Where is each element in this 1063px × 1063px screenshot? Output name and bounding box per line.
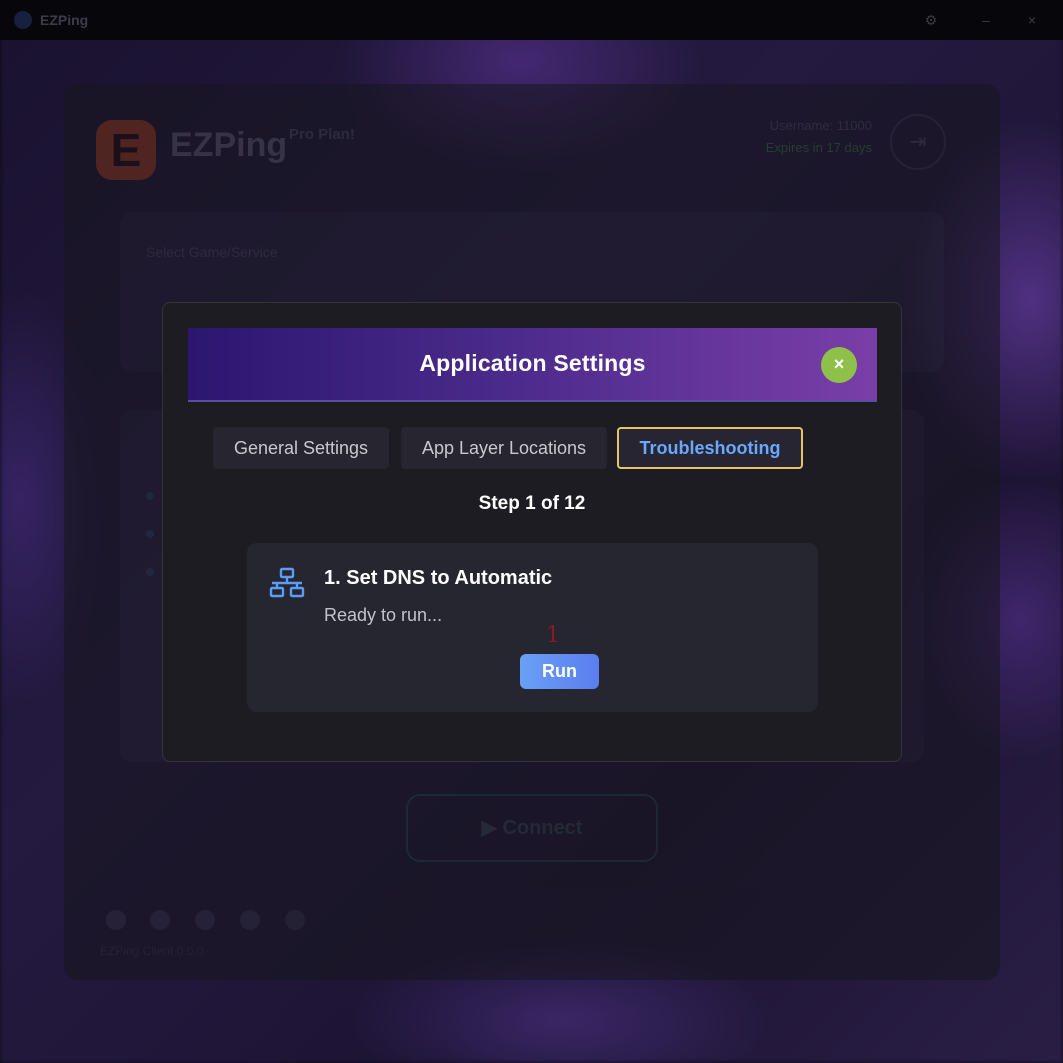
connect-button[interactable]: ▶ Connect bbox=[406, 794, 658, 862]
step-card: 1. Set DNS to Automatic Ready to run... … bbox=[247, 543, 818, 712]
minimize-icon[interactable]: – bbox=[978, 12, 994, 28]
list-dot bbox=[146, 530, 154, 538]
network-icon bbox=[269, 567, 305, 598]
step-status: Ready to run... bbox=[324, 605, 443, 625]
close-modal-button[interactable]: × bbox=[821, 347, 857, 383]
username-label: Username: 11000 bbox=[769, 118, 872, 133]
step-counter: Step 1 of 12 bbox=[478, 493, 586, 514]
modal-title: Application Settings bbox=[419, 350, 646, 376]
help-icon[interactable] bbox=[285, 910, 305, 930]
globe-icon[interactable] bbox=[150, 910, 170, 930]
connect-label: Connect bbox=[502, 817, 583, 839]
list-dot bbox=[146, 492, 154, 500]
tab-general-settings[interactable]: General Settings bbox=[213, 427, 389, 469]
modal-header: Application Settings × bbox=[188, 328, 877, 402]
tab-troubleshooting[interactable]: Troubleshooting bbox=[617, 427, 803, 469]
app-logo-icon bbox=[14, 11, 32, 29]
window-title: EZPing bbox=[40, 12, 89, 28]
download-icon[interactable] bbox=[106, 910, 126, 930]
plan-label: Pro Plan! bbox=[289, 126, 355, 143]
gear-icon[interactable]: ⚙ bbox=[923, 12, 939, 28]
run-button[interactable]: Run bbox=[520, 654, 599, 689]
logout-icon[interactable]: ⇥ bbox=[890, 114, 946, 170]
brand-name: EZPing bbox=[170, 126, 288, 164]
version-label: EZPing Client 0.0.0 bbox=[100, 944, 204, 958]
settings-icon[interactable] bbox=[195, 910, 215, 930]
step-title: 1. Set DNS to Automatic bbox=[324, 567, 553, 589]
step-marker: 1 bbox=[546, 623, 560, 648]
settings-modal: Application Settings × General Settings … bbox=[162, 302, 902, 762]
close-icon[interactable]: × bbox=[1024, 12, 1040, 28]
select-game-label: Select Game/Service bbox=[146, 244, 278, 260]
list-dot bbox=[146, 568, 154, 576]
brand-logo-icon: E bbox=[96, 120, 156, 180]
window-titlebar: EZPing ⚙ – × bbox=[0, 0, 1063, 40]
discord-icon[interactable] bbox=[240, 910, 260, 930]
expiry-label: Expires in 17 days bbox=[765, 140, 872, 155]
tab-app-layer-locations[interactable]: App Layer Locations bbox=[401, 427, 607, 469]
